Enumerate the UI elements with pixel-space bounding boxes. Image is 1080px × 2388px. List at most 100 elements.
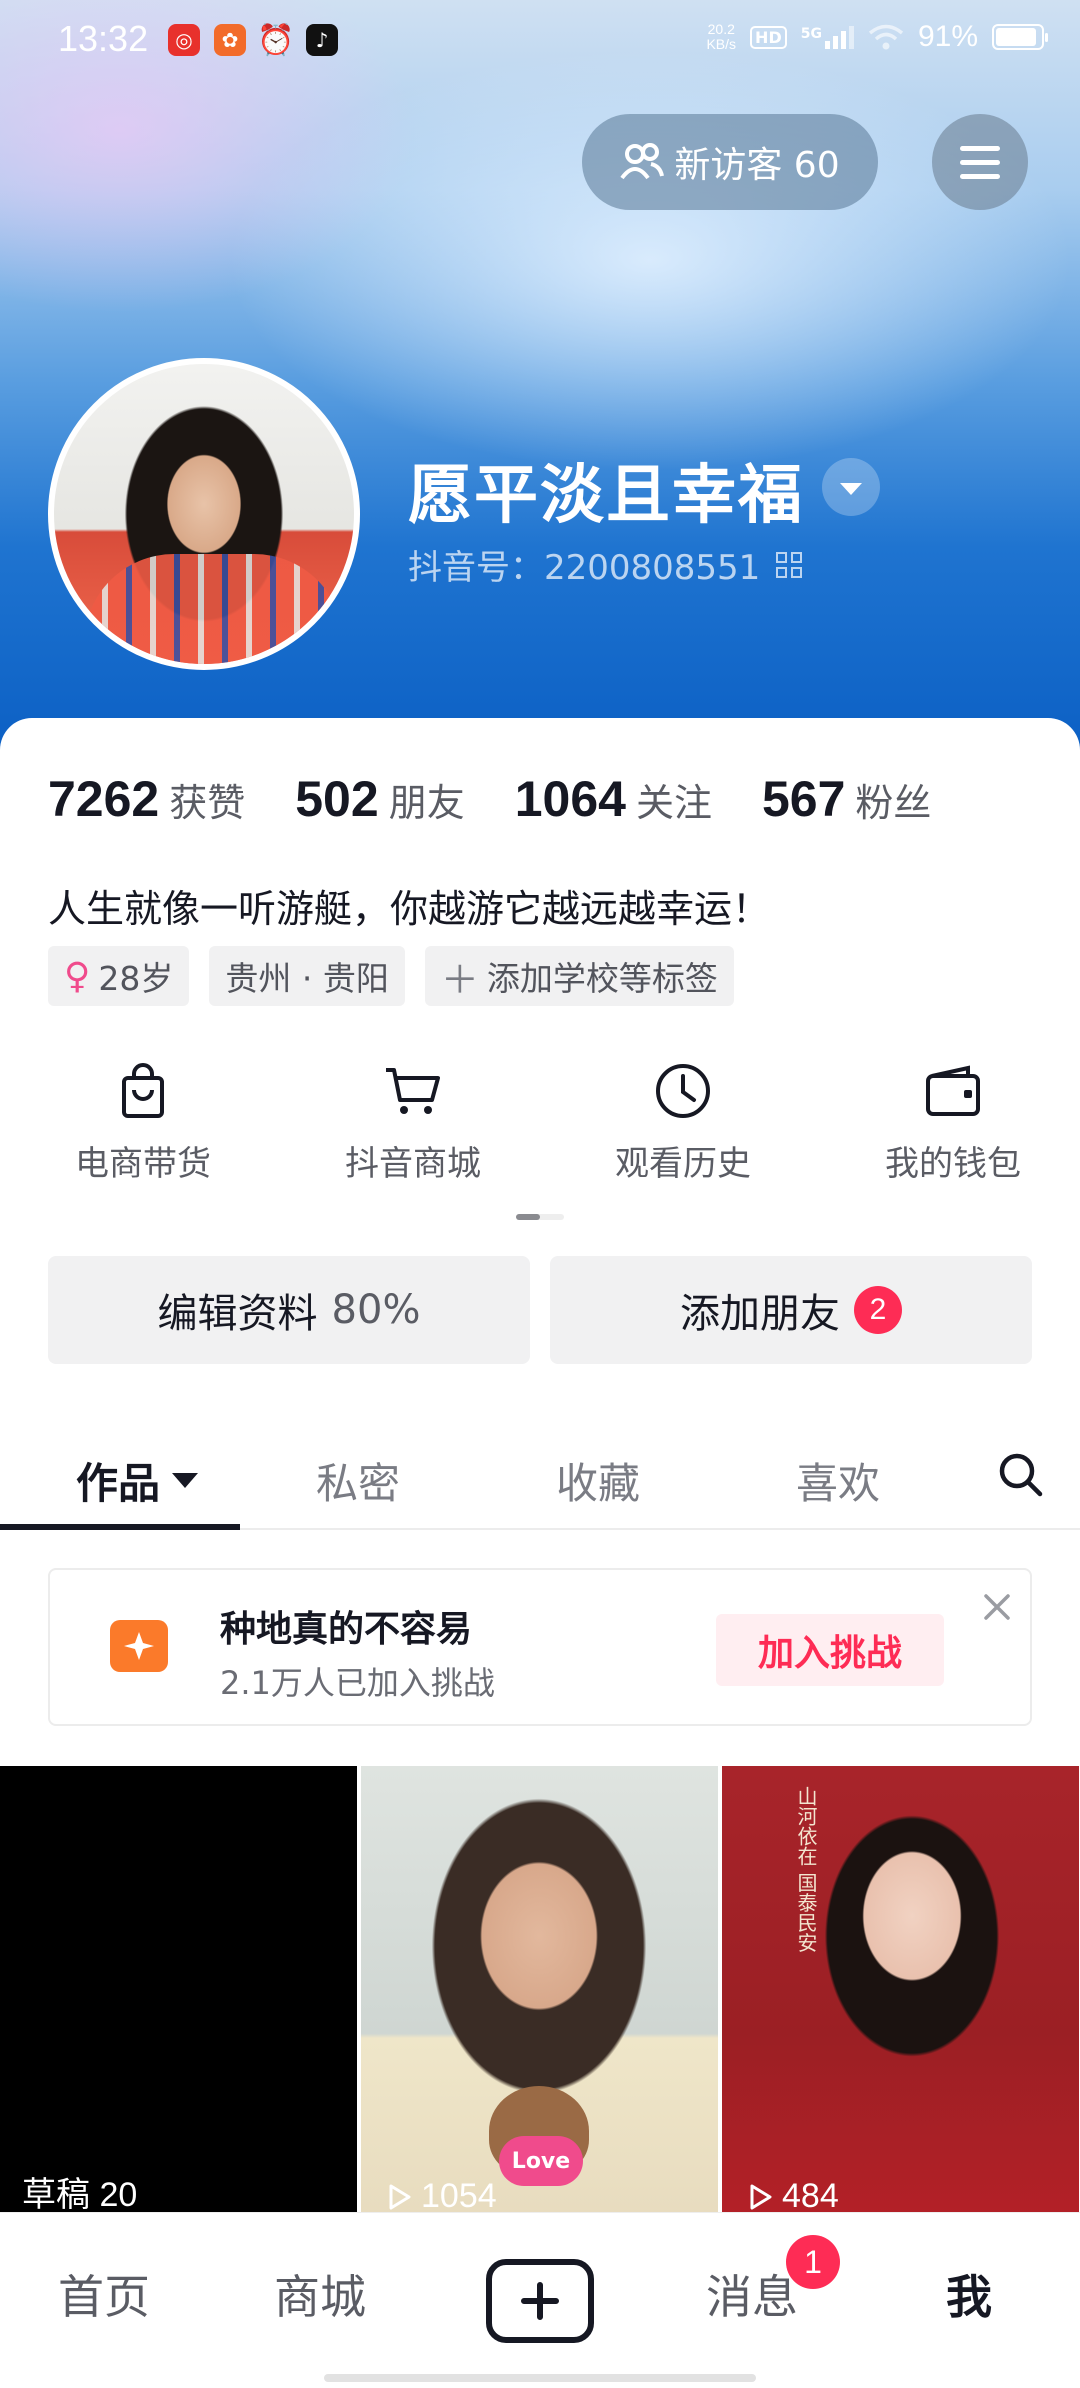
video-tile[interactable]: 山河依在 国泰民安 484 (722, 1766, 1079, 2212)
location-tag-label: 贵州 · 贵阳 (225, 959, 389, 998)
stats-row: 7262 获赞 502 朋友 1064 关注 567 粉丝 (48, 770, 931, 828)
net-speed: 20.2 KB/s (706, 22, 736, 52)
net-speed-unit: KB/s (706, 36, 737, 52)
challenge-banner[interactable]: 种地真的不容易 2.1万人已加入挑战 加入挑战 (48, 1568, 1032, 1726)
video-meta: 484 (744, 2177, 839, 2212)
video-meta: 1054 (383, 2177, 497, 2212)
visitors-icon (620, 143, 665, 180)
new-visitors-button[interactable]: 新访客 60 (582, 114, 878, 210)
challenge-subtitle: 2.1万人已加入挑战 (220, 1664, 495, 1702)
video-tile-drafts[interactable]: 草稿 20 (0, 1766, 357, 2212)
play-count: 1054 (421, 2177, 497, 2212)
qr-code-icon (776, 551, 803, 578)
plus-icon: ＋ (440, 957, 479, 1002)
features-row: 电商带货 抖音商城 观看历史 我的钱包 (0, 1060, 1080, 1185)
edit-profile-button[interactable]: 编辑资料 80% (48, 1256, 530, 1364)
challenge-icon (110, 1620, 168, 1672)
video-grid: 草稿 20 Love 1054 山河依在 国泰民安 484 (0, 1766, 1080, 2212)
account-switch-chevron-icon[interactable] (822, 458, 880, 516)
messages-badge: 1 (786, 2235, 840, 2289)
feature-mall[interactable]: 抖音商城 (286, 1060, 540, 1185)
battery-percent: 91% (917, 20, 978, 53)
stat-label: 获赞 (169, 781, 246, 825)
network-type: 5G (800, 25, 822, 42)
menu-icon-line (960, 145, 1000, 151)
stat-following[interactable]: 1064 关注 (515, 770, 712, 828)
douyin-id-text: 抖音号：2200808551 (408, 548, 761, 588)
shopping-bag-icon (122, 1063, 164, 1118)
stat-number: 567 (761, 771, 846, 827)
plus-icon (521, 2282, 559, 2320)
add-friend-button[interactable]: 添加朋友 2 (550, 1256, 1032, 1364)
tags-row: ♀ 28岁 贵州 · 贵阳 ＋ 添加学校等标签 (48, 946, 734, 1006)
status-bar: 13:32 ◎ ✿ ⏰ ♪ 20.2 KB/s HD 5G 91% (0, 0, 1080, 84)
status-time: 13:32 (58, 18, 149, 59)
feature-label: 抖音商城 (345, 1144, 481, 1184)
douyin-id[interactable]: 抖音号：2200808551 (408, 540, 803, 589)
create-button[interactable] (486, 2259, 594, 2343)
alarm-icon: ⏰ (257, 22, 295, 58)
feature-wallet[interactable]: 我的钱包 (826, 1060, 1080, 1185)
close-icon[interactable] (980, 1590, 1014, 1624)
signal-icon: 5G (800, 25, 854, 49)
tab-label: 作品 (76, 1459, 161, 1508)
stat-friends[interactable]: 502 朋友 (295, 770, 464, 828)
video-tile[interactable]: Love 1054 (361, 1766, 718, 2212)
status-right: 20.2 KB/s HD 5G 91% (706, 20, 1048, 54)
hd-icon: HD (750, 25, 787, 49)
content-tabs: 作品 私密 收藏 喜欢 (0, 1430, 1080, 1530)
drafts-count: 草稿 20 (22, 2176, 138, 2212)
tab-private[interactable]: 私密 (316, 1450, 400, 1511)
bio[interactable]: 人生就像一听游艇，你越游它越远越幸运！ (48, 878, 770, 933)
challenge-title: 种地真的不容易 (220, 1609, 473, 1650)
play-icon (389, 2184, 411, 2209)
menu-icon-line (960, 159, 1000, 165)
nav-messages[interactable]: 消息 (706, 2261, 798, 2327)
avatar[interactable] (48, 358, 360, 670)
stat-number: 7262 (48, 771, 160, 827)
features-pager (516, 1214, 564, 1220)
add-tag-label: 添加学校等标签 (486, 959, 718, 998)
play-icon (750, 2184, 772, 2209)
stat-followers[interactable]: 567 粉丝 (762, 770, 931, 828)
feature-label: 电商带货 (75, 1144, 211, 1184)
stat-number: 1064 (514, 771, 626, 827)
add-friend-label: 添加朋友 (680, 1291, 840, 1337)
action-buttons: 编辑资料 80% 添加朋友 2 (48, 1256, 1032, 1364)
add-tag-button[interactable]: ＋ 添加学校等标签 (424, 946, 734, 1006)
wallet-icon (926, 1065, 980, 1116)
feature-ecommerce[interactable]: 电商带货 (16, 1060, 270, 1185)
search-icon[interactable] (996, 1450, 1046, 1500)
nav-mall[interactable]: 商城 (274, 2261, 366, 2327)
status-app-icons: ◎ ✿ ⏰ ♪ (168, 22, 338, 58)
tab-underline (0, 1524, 240, 1530)
caret-down-icon (172, 1473, 199, 1488)
stat-label: 朋友 (388, 781, 465, 825)
avatar-photo-detail (84, 554, 344, 664)
battery-icon (992, 24, 1048, 50)
clock-icon (656, 1064, 710, 1118)
tab-works[interactable]: 作品 (76, 1450, 199, 1511)
stat-likes[interactable]: 7262 获赞 (48, 770, 245, 828)
nav-me[interactable]: 我 (946, 2261, 992, 2327)
age-tag[interactable]: ♀ 28岁 (48, 946, 190, 1006)
app-grid-icon: ✿ (214, 24, 246, 56)
join-challenge-button[interactable]: 加入挑战 (716, 1614, 944, 1686)
feature-label: 观看历史 (615, 1144, 751, 1184)
location-tag[interactable]: 贵州 · 贵阳 (209, 946, 405, 1006)
stat-label: 粉丝 (855, 781, 932, 825)
nav-home[interactable]: 首页 (58, 2261, 150, 2327)
stat-number: 502 (295, 771, 379, 827)
video-meta: 草稿 20 (22, 2167, 137, 2212)
age-tag-label: 28岁 (98, 959, 174, 998)
menu-icon-line (960, 173, 1000, 179)
feature-history[interactable]: 观看历史 (556, 1060, 810, 1185)
tab-likes[interactable]: 喜欢 (796, 1450, 880, 1511)
female-icon: ♀ (64, 955, 91, 997)
visitors-label: 新访客 60 (674, 145, 840, 186)
bottom-nav: 首页 商城 消息 1 我 (0, 2212, 1080, 2388)
menu-button[interactable] (932, 114, 1028, 210)
calligraphy-text: 山河依在 国泰民安 (794, 1786, 818, 1953)
tab-favorites[interactable]: 收藏 (556, 1450, 640, 1511)
play-count: 484 (782, 2177, 839, 2212)
